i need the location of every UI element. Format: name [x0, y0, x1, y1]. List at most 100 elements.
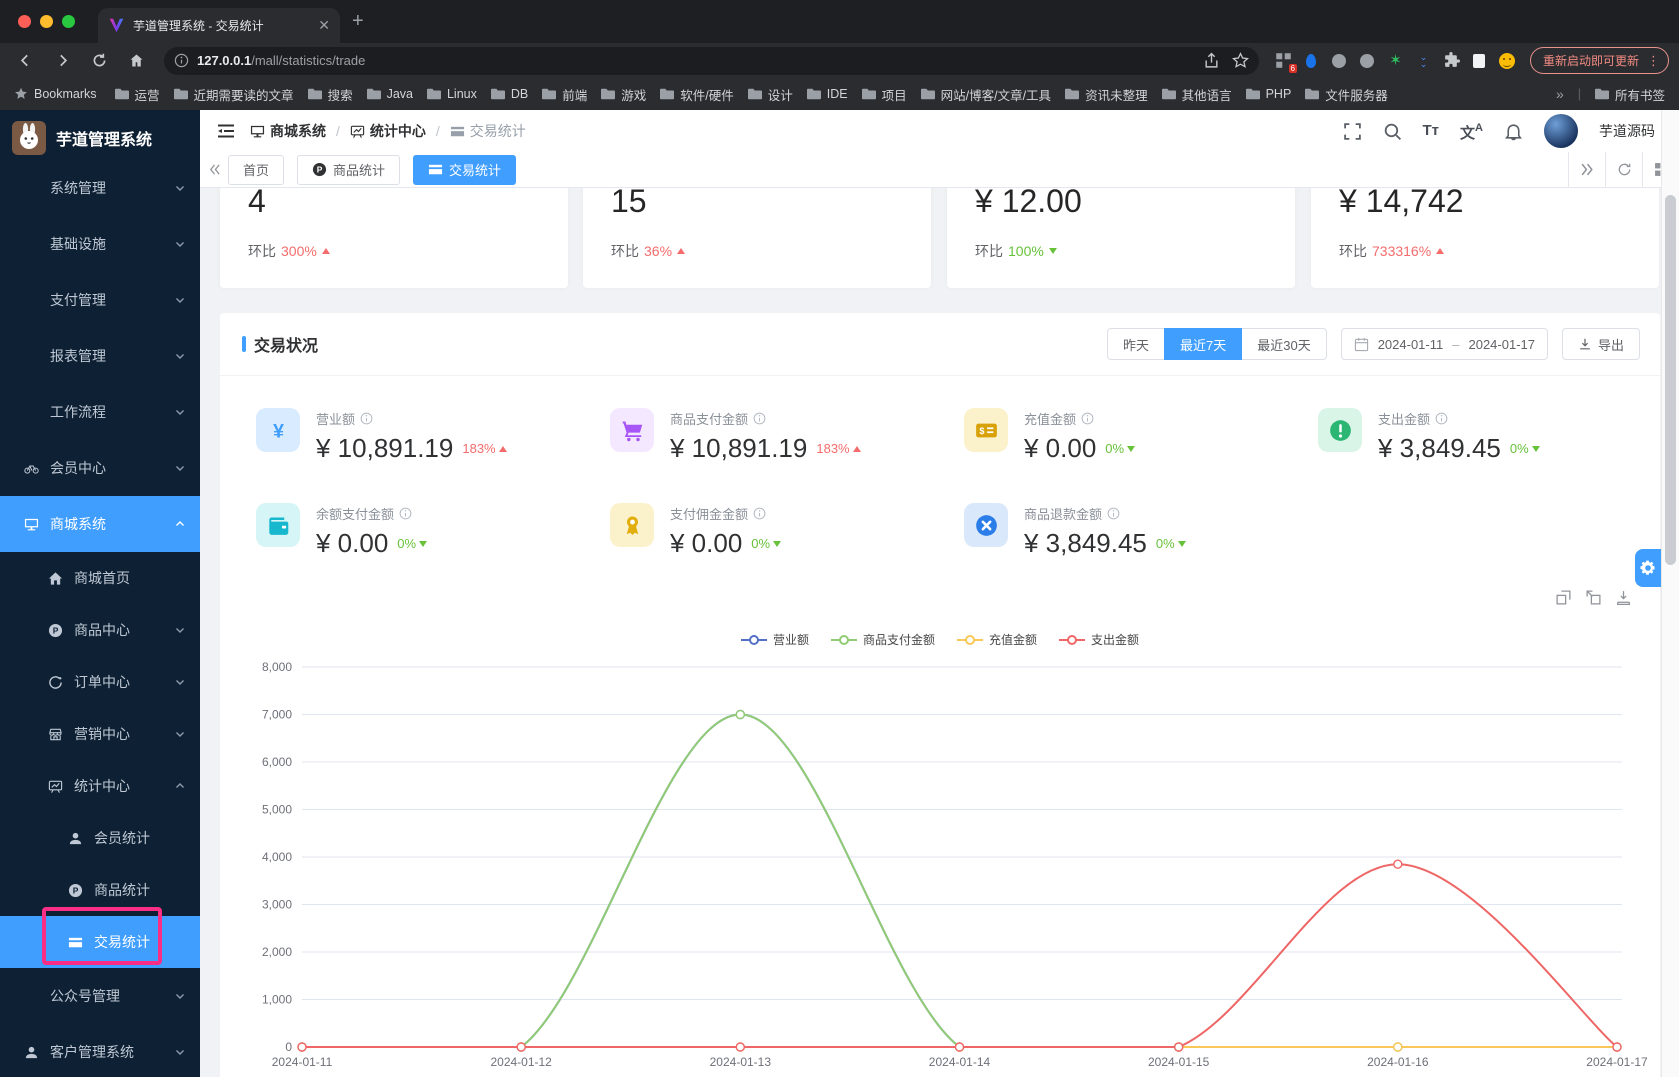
refresh-page-icon[interactable] — [1605, 152, 1642, 187]
bookmark-folder[interactable]: 资讯未整理 — [1065, 85, 1148, 104]
info-icon[interactable] — [1081, 412, 1094, 425]
extension-panel-icon[interactable] — [1471, 52, 1488, 69]
breadcrumb-item[interactable]: 交易统计 — [450, 121, 526, 141]
legend-item[interactable]: 支出金额 — [1059, 631, 1139, 648]
fullscreen-icon[interactable] — [1343, 122, 1362, 141]
profile-avatar-icon[interactable] — [1499, 52, 1516, 69]
bookmark-folder[interactable]: 搜索 — [307, 85, 353, 104]
breadcrumb-item[interactable]: 商城系统 — [250, 121, 326, 141]
chrome-update-button[interactable]: 重新启动即可更新 ⋮ — [1529, 47, 1669, 74]
info-icon[interactable] — [1107, 507, 1120, 520]
font-size-icon[interactable]: Tт — [1423, 122, 1440, 141]
bookmark-folder[interactable]: 设计 — [747, 85, 793, 104]
share-icon[interactable] — [1203, 52, 1220, 69]
info-icon[interactable] — [1435, 412, 1448, 425]
bookmark-folder[interactable]: Java — [366, 87, 413, 101]
sidebar-item-3[interactable]: 报表管理 — [0, 328, 200, 384]
scrollbar-thumb[interactable] — [1665, 195, 1676, 565]
date-end[interactable]: 2024-01-17 — [1468, 337, 1535, 352]
browser-tab[interactable]: 芋道管理系统 - 交易统计 ✕ — [98, 8, 340, 43]
legend-item[interactable]: 营业额 — [740, 631, 809, 648]
bookmarks-overflow-chevron[interactable]: » — [1556, 86, 1564, 102]
save-image-icon[interactable] — [1615, 589, 1632, 606]
bookmark-folder[interactable]: 其他语言 — [1161, 85, 1232, 104]
extension-drop-icon[interactable] — [1303, 52, 1320, 69]
sidebar-item-0[interactable]: 系统管理 — [0, 160, 200, 216]
forward-button[interactable] — [53, 51, 72, 70]
bookmark-folder[interactable]: IDE — [806, 87, 848, 101]
bookmark-folder[interactable]: PHP — [1245, 87, 1291, 101]
address-bar[interactable]: 127.0.0.1/mall/statistics/trade — [164, 46, 1259, 75]
range-button-0[interactable]: 昨天 — [1106, 328, 1165, 360]
new-tab-button[interactable]: + — [352, 11, 364, 31]
info-icon[interactable] — [399, 507, 412, 520]
range-button-1[interactable]: 最近7天 — [1164, 328, 1243, 360]
restore-icon[interactable] — [1585, 589, 1602, 606]
extension-circle-icon[interactable] — [1331, 52, 1348, 69]
data-zoom-icon[interactable] — [1555, 589, 1572, 606]
sidebar-item-1[interactable]: 基础设施 — [0, 216, 200, 272]
bookmark-folder[interactable]: 软件/硬件 — [660, 85, 734, 104]
page-tab-0[interactable]: 首页 — [228, 154, 285, 185]
zoom-window-button[interactable] — [62, 15, 75, 28]
trade-line-chart[interactable]: 0 1,000 2,000 3,000 4,000 5,000 6,000 7,000 8,00… — [230, 660, 1661, 1077]
date-range-picker[interactable]: 2024-01-11 – 2024-01-17 — [1340, 328, 1548, 360]
extension-grid-icon[interactable]: 6 — [1275, 52, 1297, 73]
bookmark-folder[interactable]: 网站/博客/文章/工具 — [920, 85, 1051, 104]
page-scrollbar[interactable] — [1661, 110, 1679, 1077]
sidebar-item-12[interactable]: 会员统计 — [0, 812, 200, 864]
sidebar-item-16[interactable]: 客户管理系统 — [0, 1024, 200, 1077]
search-icon[interactable] — [1383, 122, 1402, 141]
sidebar-item-15[interactable]: 公众号管理 — [0, 968, 200, 1024]
reload-button[interactable] — [90, 51, 109, 70]
app-logo-row[interactable]: 芋道管理系统 — [0, 110, 200, 160]
range-button-2[interactable]: 最近30天 — [1241, 328, 1327, 360]
extension-chevrons-icon[interactable]: ⌄ ⌄ — [1415, 52, 1432, 69]
sidebar-item-8[interactable]: P 商品中心 — [0, 604, 200, 656]
sidebar-item-2[interactable]: 支付管理 — [0, 272, 200, 328]
username[interactable]: 芋道源码 — [1599, 121, 1655, 141]
site-info-icon[interactable] — [174, 53, 189, 68]
sidebar-item-7[interactable]: 商城首页 — [0, 552, 200, 604]
info-icon[interactable] — [753, 507, 766, 520]
export-button[interactable]: 导出 — [1561, 328, 1640, 360]
page-tab-1[interactable]: P 商品统计 — [297, 154, 401, 185]
bookmarks-root[interactable]: Bookmarks — [14, 87, 97, 101]
notification-bell-icon[interactable] — [1504, 122, 1523, 141]
menu-fold-icon[interactable] — [216, 121, 236, 141]
bookmark-folder[interactable]: 运营 — [114, 85, 160, 104]
back-button[interactable] — [16, 51, 35, 70]
sidebar-item-6[interactable]: 商城系统 — [0, 496, 200, 552]
bookmark-folder[interactable]: 游戏 — [601, 85, 646, 104]
date-start[interactable]: 2024-01-11 — [1378, 337, 1444, 352]
language-icon[interactable]: 文A — [1460, 122, 1483, 142]
breadcrumb-item[interactable]: 统计中心 — [350, 121, 426, 141]
sidebar-item-4[interactable]: 工作流程 — [0, 384, 200, 440]
theme-settings-button[interactable] — [1635, 549, 1661, 587]
extension-circle-icon[interactable] — [1359, 52, 1376, 69]
bookmark-star-icon[interactable] — [1231, 52, 1249, 69]
bookmark-folder[interactable]: 近期需要读的文章 — [173, 85, 294, 104]
tabs-scroll-right-icon[interactable] — [1568, 152, 1605, 187]
all-bookmarks-folder[interactable]: 所有书签 — [1594, 85, 1665, 104]
legend-item[interactable]: 商品支付金额 — [830, 631, 935, 648]
page-tab-2[interactable]: 交易统计 — [413, 154, 517, 185]
bookmark-folder[interactable]: 前端 — [542, 85, 587, 104]
close-tab-icon[interactable]: ✕ — [318, 17, 330, 34]
sidebar-item-5[interactable]: 会员中心 — [0, 440, 200, 496]
minimize-window-button[interactable] — [40, 15, 53, 28]
extension-star-icon[interactable]: ✶ — [1387, 52, 1404, 69]
bookmark-folder[interactable]: 文件服务器 — [1305, 85, 1388, 104]
bookmark-folder[interactable]: 项目 — [861, 85, 907, 104]
sidebar-item-9[interactable]: 订单中心 — [0, 656, 200, 708]
extensions-puzzle-icon[interactable] — [1443, 52, 1460, 69]
bookmark-folder[interactable]: Linux — [426, 87, 477, 101]
info-icon[interactable] — [360, 412, 373, 425]
tabs-scroll-left-icon[interactable] — [200, 163, 228, 176]
bookmark-folder[interactable]: DB — [490, 87, 528, 101]
close-window-button[interactable] — [18, 15, 31, 28]
sidebar-item-11[interactable]: 统计中心 — [0, 760, 200, 812]
user-avatar[interactable] — [1544, 114, 1578, 148]
legend-item[interactable]: 充值金额 — [957, 631, 1037, 648]
sidebar-item-14[interactable]: 交易统计 — [0, 916, 200, 968]
